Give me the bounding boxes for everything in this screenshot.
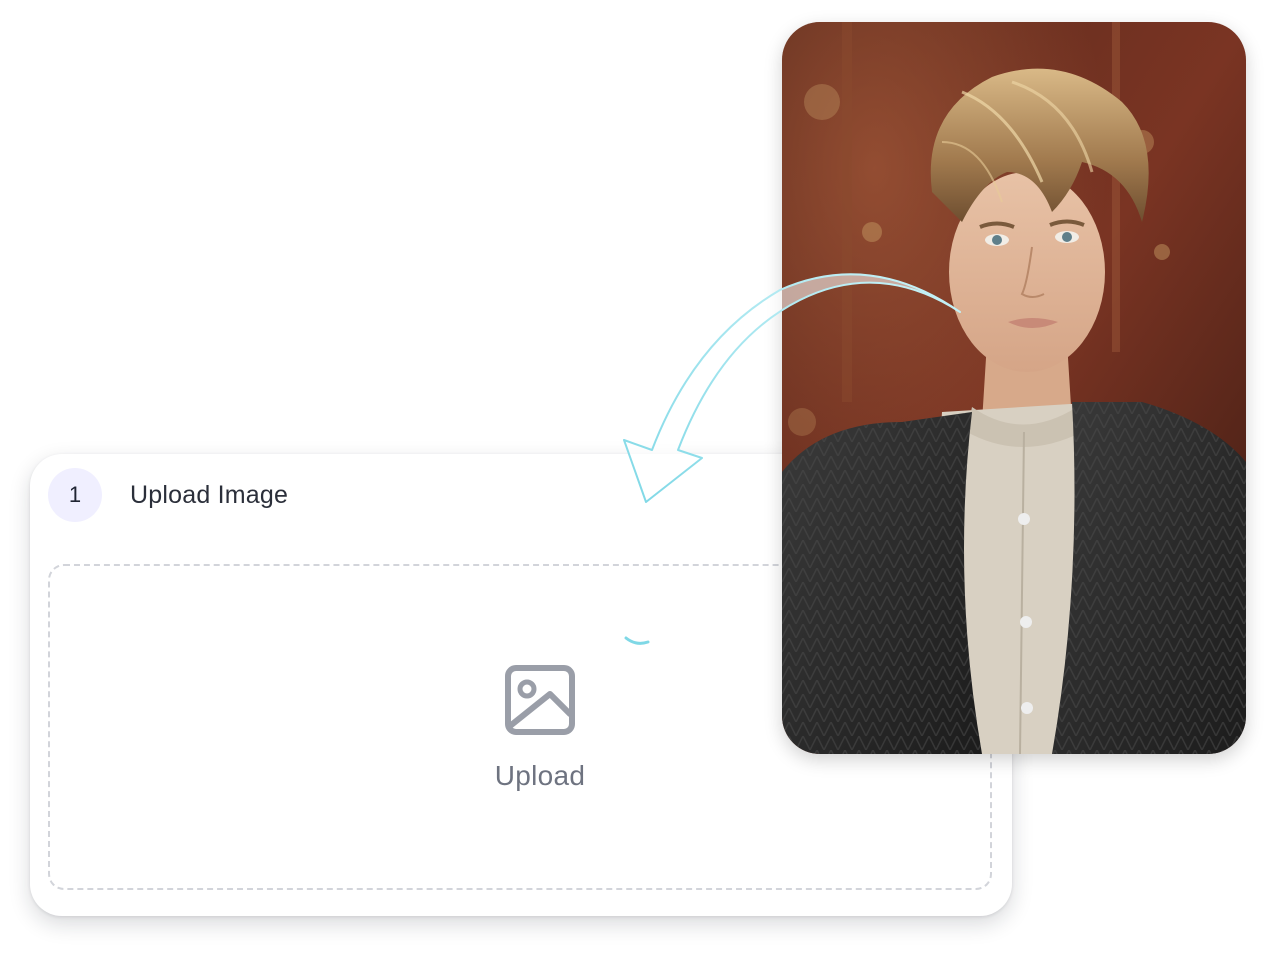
dropzone-content: Upload (480, 664, 600, 792)
upload-label: Upload (494, 760, 586, 791)
stage: 1 Upload Image Upload (0, 0, 1276, 956)
portrait-photo-image (782, 22, 1246, 754)
image-icon (505, 665, 575, 735)
card-title: Upload Image (130, 480, 289, 509)
portrait-photo (782, 22, 1246, 754)
card-header: 1 Upload Image (48, 468, 288, 522)
step-number-badge: 1 (48, 468, 102, 522)
